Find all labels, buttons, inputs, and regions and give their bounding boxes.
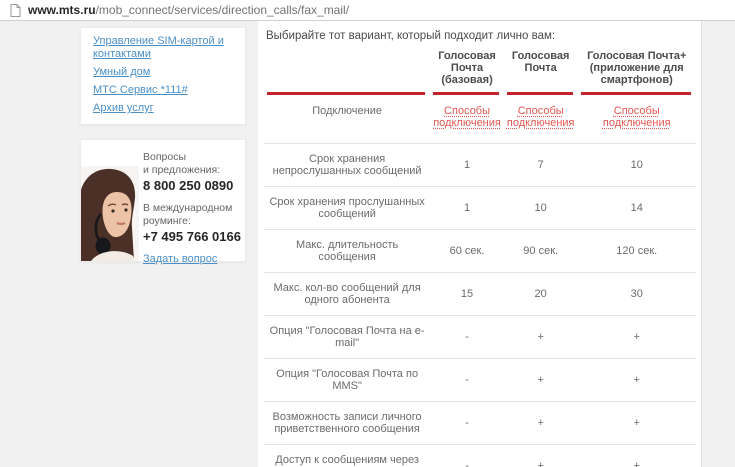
cell-value: + [578,401,697,444]
header-voicemail-plus: Голосовая Почта+ (приложение для смартфо… [578,44,697,95]
table-row-connection: Подключение Способы подключения Способы … [264,95,696,143]
cell-value: 120 сек. [578,229,697,272]
header-empty [264,44,430,95]
cell-value: + [578,315,697,358]
table-row: Возможность записи личного приветственно… [264,401,696,444]
cell-value: 30 [578,272,697,315]
sidebar-item-services-archive[interactable]: Архив услуг [93,102,233,115]
table-header-row: Голосовая Почта (базовая) Голосовая Почт… [264,44,696,95]
sidebar-item-mts-service[interactable]: МТС Сервис *111# [93,84,233,97]
cell-value: 90 сек. [504,229,578,272]
cell-value: + [504,358,578,401]
cell-value: 1 [430,143,504,186]
browser-address-bar[interactable]: www.mts.ru/mob_connect/services/directio… [0,0,735,21]
cell-value: 10 [504,186,578,229]
table-row: Срок хранения непрослушанных сообщений 1… [264,143,696,186]
cell-value: - [430,315,504,358]
cell-value: + [504,401,578,444]
cell-value: + [578,358,697,401]
cell-value: Способы подключения [430,95,504,143]
table-row: Опция "Голосовая Почта на e-mail" - + + [264,315,696,358]
connection-methods-link[interactable]: Способы подключения [507,105,575,129]
header-voicemail-basic: Голосовая Почта (базовая) [430,44,504,95]
table-row: Доступ к сообщениям через web - + + [264,444,696,467]
url-path: /mob_connect/services/direction_calls/fa… [96,3,349,17]
cell-value: 60 сек. [430,229,504,272]
cell-value: 14 [578,186,697,229]
contact-card: Вопросы и предложения: 8 800 250 0890 В … [80,139,246,262]
comparison-table: Голосовая Почта (базовая) Голосовая Почт… [264,44,696,467]
support-agent-photo [81,166,139,261]
ask-question-link[interactable]: Задать вопрос [143,253,217,265]
intro-text: Выбирайте тот вариант, который подходит … [266,30,696,42]
phone-roaming: +7 495 766 0166 [143,229,241,245]
cell-value: 20 [504,272,578,315]
sidebar: Управление SIM-картой и контактами Умный… [80,27,246,262]
sidebar-links-card: Управление SIM-картой и контактами Умный… [80,27,246,125]
header-voicemail: Голосовая Почта [504,44,578,95]
url-host: www.mts.ru [28,3,96,17]
phone-main: 8 800 250 0890 [143,178,241,194]
cell-value: 1 [430,186,504,229]
table-row: Макс. длительность сообщения 60 сек. 90 … [264,229,696,272]
table-row: Опция "Голосовая Почта по MMS" - + + [264,358,696,401]
row-label: Подключение [264,95,430,143]
row-label: Опция "Голосовая Почта на e-mail" [264,315,430,358]
url-text[interactable]: www.mts.ru/mob_connect/services/directio… [28,3,349,17]
cell-value: Способы подключения [504,95,578,143]
cell-value: + [504,315,578,358]
row-label: Срок хранения непрослушанных сообщений [264,143,430,186]
cell-value: - [430,401,504,444]
row-label: Макс. кол-во сообщений для одного абонен… [264,272,430,315]
table-row: Макс. кол-во сообщений для одного абонен… [264,272,696,315]
row-label: Опция "Голосовая Почта по MMS" [264,358,430,401]
cell-value: Способы подключения [578,95,697,143]
connection-methods-link[interactable]: Способы подключения [581,105,694,129]
table-row: Срок хранения прослушанных сообщений 1 1… [264,186,696,229]
connection-methods-link[interactable]: Способы подключения [433,105,501,129]
cell-value: 10 [578,143,697,186]
cell-value: + [578,444,697,467]
cell-value: - [430,444,504,467]
roaming-label: В международном роуминге: [143,202,241,228]
sidebar-item-sim-management[interactable]: Управление SIM-картой и контактами [93,35,233,61]
contact-info: Вопросы и предложения: 8 800 250 0890 В … [143,140,245,275]
sidebar-item-smart-home[interactable]: Умный дом [93,66,233,79]
cell-value: 7 [504,143,578,186]
cell-value: - [430,358,504,401]
page-icon [10,4,21,17]
main-content: Выбирайте тот вариант, который подходит … [258,21,702,467]
row-label: Срок хранения прослушанных сообщений [264,186,430,229]
row-label: Возможность записи личного приветственно… [264,401,430,444]
row-label: Доступ к сообщениям через web [264,444,430,467]
cell-value: + [504,444,578,467]
questions-label: Вопросы и предложения: [143,151,241,177]
row-label: Макс. длительность сообщения [264,229,430,272]
cell-value: 15 [430,272,504,315]
